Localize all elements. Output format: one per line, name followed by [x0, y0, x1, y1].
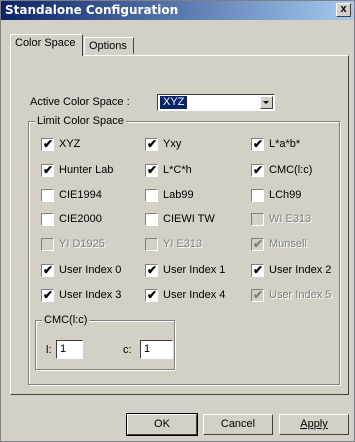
- check-icon: ✔: [43, 163, 54, 177]
- checkbox-label: WI E313: [269, 213, 312, 225]
- check-icon: ✔: [253, 237, 264, 251]
- ok-button[interactable]: OK: [126, 413, 198, 436]
- checkbox-label: LCh99: [269, 189, 302, 201]
- checkbox-label: Munsell: [269, 238, 307, 250]
- cmc-legend: CMC(l:c): [42, 314, 90, 326]
- checkbox-box: [251, 213, 264, 226]
- checkbox-label: CIE2000: [59, 213, 102, 225]
- tab-options[interactable]: Options: [84, 37, 134, 54]
- checkbox-label: User Index 0: [59, 264, 122, 276]
- apply-button[interactable]: Apply: [279, 414, 349, 435]
- cmc-l-input[interactable]: 1: [56, 340, 83, 359]
- checkbox-box[interactable]: ✔: [41, 288, 54, 302]
- checkbox-box[interactable]: ✔: [145, 137, 158, 151]
- checkbox-box[interactable]: [41, 189, 54, 202]
- check-icon: ✔: [147, 137, 158, 151]
- checkbox-box[interactable]: [41, 213, 54, 226]
- checkbox-box[interactable]: [145, 189, 158, 202]
- checkbox-box[interactable]: ✔: [41, 263, 54, 277]
- check-icon: ✔: [147, 263, 158, 277]
- cmc-c-input[interactable]: 1: [140, 340, 173, 359]
- checkbox-label: L*C*h: [163, 164, 192, 176]
- check-icon: ✔: [253, 163, 264, 177]
- checkbox-box[interactable]: ✔: [41, 163, 54, 177]
- checkbox-label: L*a*b*: [269, 138, 301, 150]
- chevron-down-icon[interactable]: [260, 96, 273, 109]
- checkbox-box[interactable]: ✔: [145, 288, 158, 302]
- checkbox-label: Lab99: [163, 189, 194, 201]
- checkbox-label: User Index 3: [59, 289, 122, 301]
- cancel-button[interactable]: Cancel: [203, 414, 273, 435]
- check-icon: ✔: [253, 288, 264, 302]
- checkbox-label: User Index 5: [269, 289, 332, 301]
- check-icon: ✔: [43, 288, 54, 302]
- checkbox-label: Hunter Lab: [59, 164, 114, 176]
- check-icon: ✔: [147, 288, 158, 302]
- checkbox-label: CIEWI TW: [163, 213, 215, 225]
- checkbox-box[interactable]: ✔: [251, 137, 264, 151]
- checkbox-box[interactable]: [145, 213, 158, 226]
- active-color-space-label: Active Color Space :: [30, 96, 130, 108]
- checkbox-box: [41, 238, 54, 251]
- limit-color-space-legend: Limit Color Space: [35, 115, 126, 127]
- check-icon: ✔: [253, 137, 264, 151]
- title-bar[interactable]: Standalone Configuration x: [1, 1, 354, 20]
- checkbox-label: YI E313: [163, 238, 203, 250]
- checkbox-box: ✔: [251, 288, 264, 302]
- window-title: Standalone Configuration: [5, 3, 179, 17]
- active-color-space-value: XYZ: [160, 96, 188, 109]
- cmc-c-label: c:: [123, 344, 132, 356]
- check-icon: ✔: [147, 163, 158, 177]
- cmc-l-label: l:: [46, 344, 52, 356]
- check-icon: ✔: [253, 263, 264, 277]
- checkbox-box[interactable]: ✔: [145, 163, 158, 177]
- apply-button-label: Apply: [300, 418, 328, 430]
- checkbox-box[interactable]: ✔: [251, 263, 264, 277]
- checkbox-label: User Index 1: [163, 264, 226, 276]
- checkbox-label: CMC(l:c): [269, 164, 313, 176]
- checkbox-label: Yxy: [163, 138, 182, 150]
- tab-color-space[interactable]: Color Space: [10, 34, 83, 56]
- checkbox-box[interactable]: [251, 189, 264, 202]
- checkbox-label: YI D1925: [59, 238, 105, 250]
- checkbox-label: XYZ: [59, 138, 81, 150]
- checkbox-box: [145, 238, 158, 251]
- checkbox-label: CIE1994: [59, 189, 102, 201]
- check-icon: ✔: [43, 137, 54, 151]
- check-icon: ✔: [43, 263, 54, 277]
- checkbox-box[interactable]: ✔: [41, 137, 54, 151]
- checkbox-label: User Index 2: [269, 264, 332, 276]
- active-color-space-select[interactable]: XYZ: [157, 94, 275, 111]
- checkbox-box[interactable]: ✔: [251, 163, 264, 177]
- checkbox-label: User Index 4: [163, 289, 226, 301]
- checkbox-box[interactable]: ✔: [145, 263, 158, 277]
- checkbox-box: ✔: [251, 237, 264, 251]
- close-button[interactable]: x: [336, 3, 351, 17]
